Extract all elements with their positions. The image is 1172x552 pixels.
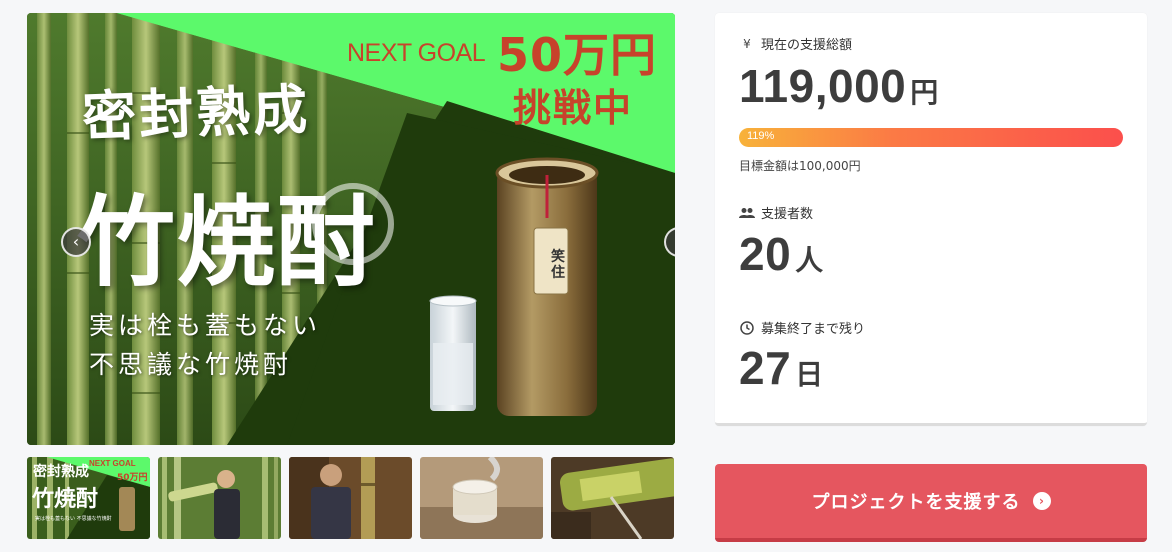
remaining-number: 27	[739, 342, 792, 394]
clock-icon	[739, 320, 755, 335]
thumbnail-2[interactable]	[158, 457, 281, 539]
chevron-left-icon: ‹	[72, 232, 80, 251]
thumbnail-1-title-large: 竹焼酎	[32, 486, 99, 512]
supporters-unit: 人	[795, 244, 824, 277]
amount-label-text: 現在の支援総額	[761, 38, 853, 53]
thumbnail-5[interactable]	[551, 457, 674, 539]
thumbnail-strip: NEXT GOAL 50万円 密封熟成 竹焼酎 実は栓も蓋もない 不思議な竹焼酎	[27, 457, 675, 539]
thumbnail-3[interactable]	[289, 457, 412, 539]
carousel-prev-button[interactable]: ‹	[61, 227, 91, 257]
hero-image[interactable]: NEXT GOAL 50万円 挑戦中 密封熟成 竹焼酎 実は栓も蓋もない 不思議…	[27, 13, 675, 445]
supporters-label-text: 支援者数	[761, 207, 814, 222]
thumbnail-1-goal-amount: 50万円	[117, 473, 148, 483]
supporters-value: 20 人	[739, 227, 823, 281]
users-icon	[739, 206, 755, 220]
chevron-right-circle-icon: ›	[1032, 492, 1051, 510]
thumbnail-2-image	[158, 457, 281, 539]
remaining-label: 募集終了まで残り	[739, 318, 865, 337]
support-project-button[interactable]: プロジェクトを支援する ›	[715, 464, 1147, 542]
amount-number: 119,000	[739, 60, 907, 112]
challenge-label: 挑戦中	[513, 86, 634, 130]
amount-unit: 円	[910, 76, 939, 109]
support-project-label: プロジェクトを支援する	[811, 492, 1021, 513]
amount-label: ¥ 現在の支援総額	[739, 34, 853, 54]
thumbnail-3-image	[289, 457, 412, 539]
target-amount: 目標金額は100,000円	[739, 159, 861, 173]
funding-progress-bar: 119%	[739, 128, 1123, 147]
hero-title-small: 密封熟成	[81, 77, 312, 149]
remaining-label-text: 募集終了まで残り	[761, 322, 866, 337]
thumbnail-4[interactable]	[420, 457, 543, 539]
next-goal-label: NEXT GOAL	[347, 39, 486, 67]
amount-value: 119,000 円	[739, 59, 938, 113]
supporters-label: 支援者数	[739, 203, 813, 222]
funding-stats-card: ¥ 現在の支援総額 119,000 円 119% 目標金額は100,000円 支援…	[715, 13, 1147, 426]
thumbnail-1-goal: NEXT GOAL	[89, 459, 136, 468]
loading-ring-icon	[312, 183, 394, 265]
thumbnail-5-image	[551, 457, 674, 539]
remaining-unit: 日	[795, 358, 824, 391]
hero-subtitle-line2: 不思議な竹焼酎	[89, 350, 293, 379]
next-goal-amount: 50万円	[497, 28, 658, 82]
thumbnail-1-title-small: 密封熟成	[33, 464, 89, 480]
thumbnail-1[interactable]: NEXT GOAL 50万円 密封熟成 竹焼酎 実は栓も蓋もない 不思議な竹焼酎	[27, 457, 150, 539]
progress-percent: 119%	[747, 130, 775, 142]
thumbnail-1-sub: 実は栓も蓋もない 不思議な竹焼酎	[35, 516, 112, 522]
thumbnail-4-image	[420, 457, 543, 539]
project-page: NEXT GOAL 50万円 挑戦中 密封熟成 竹焼酎 実は栓も蓋もない 不思議…	[0, 0, 1172, 552]
hero-subtitle-line1: 実は栓も蓋もない	[89, 311, 322, 340]
bamboo-tag-label: 笑住	[551, 249, 565, 281]
yen-icon: ¥	[743, 36, 751, 51]
remaining-value: 27 日	[739, 341, 823, 395]
supporters-number: 20	[739, 228, 792, 280]
